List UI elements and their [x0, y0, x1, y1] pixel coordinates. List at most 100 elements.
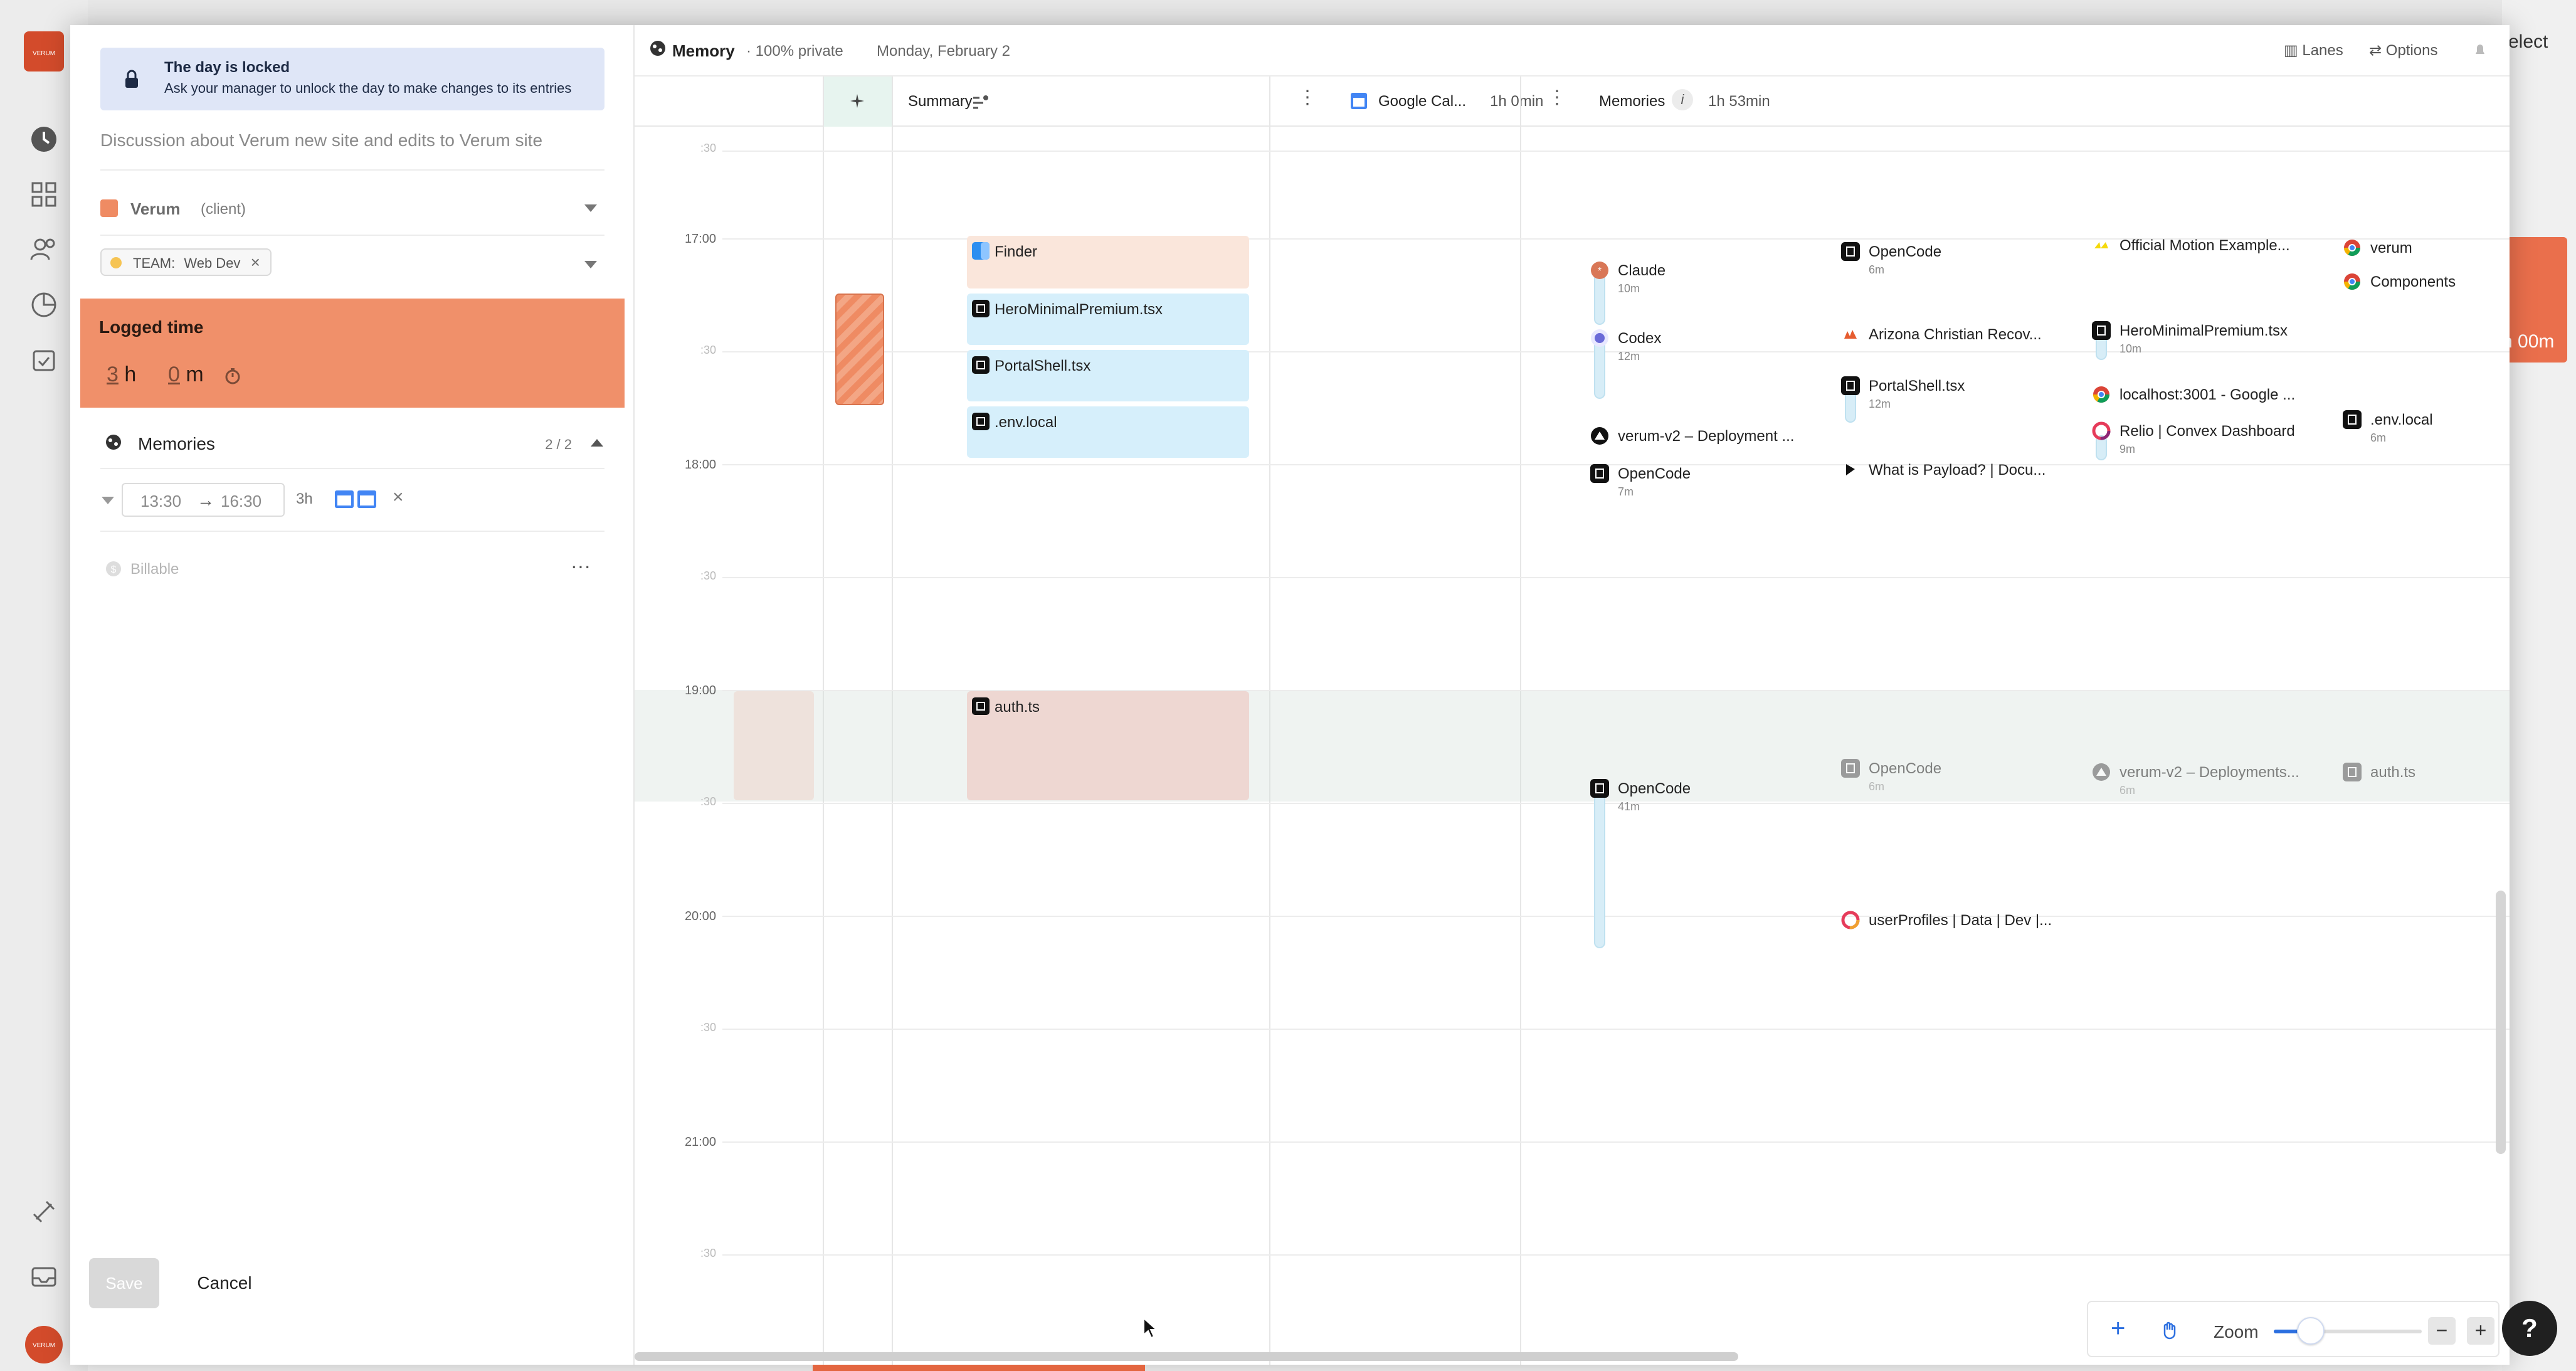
time-label: :30 [700, 569, 716, 582]
google-calendar-duration: 1h 0min [1490, 93, 1544, 110]
summary-column-menu[interactable]: ⋮ [1298, 87, 1317, 109]
memories-count: 2 / 2 [545, 437, 572, 452]
zoom-toolbar: + Zoom − + [2087, 1301, 2499, 1357]
google-calendar-column-title[interactable]: Google Cal... [1378, 93, 1466, 110]
sliders-icon: ⇄ [2369, 42, 2386, 59]
website-icon [1841, 911, 1860, 929]
users-icon[interactable] [24, 230, 64, 270]
logged-minutes[interactable]: 0 m [168, 363, 204, 387]
memory-item-title: auth.ts [2370, 764, 2416, 781]
grid-icon[interactable] [24, 174, 64, 214]
client-color-swatch [100, 199, 118, 217]
chrome-icon [2344, 273, 2360, 290]
sparkle-icon [850, 94, 864, 108]
summary-icon [973, 95, 988, 109]
summary-event[interactable]: Finder [967, 236, 1249, 288]
logged-entry-block[interactable] [835, 294, 884, 405]
summary-event[interactable]: PortalShell.tsx [967, 350, 1249, 401]
zoom-in-button[interactable]: + [2467, 1317, 2494, 1345]
logged-hours[interactable]: 3 h [107, 363, 136, 387]
team-tag-remove-button[interactable]: × [251, 250, 260, 275]
memory-item-duration: 6m [1869, 780, 1885, 793]
team-tag: TEAM: Web Dev × [100, 248, 272, 276]
grid-line [722, 1029, 2510, 1030]
inbox-icon[interactable] [24, 1257, 64, 1297]
check-calendar-icon[interactable] [24, 340, 64, 380]
divider [100, 235, 604, 236]
summary-event[interactable]: .env.local [967, 406, 1249, 458]
memory-item-duration: 10m [1618, 282, 1640, 295]
user-avatar[interactable]: VERUM [24, 1325, 64, 1365]
chrome-icon [2344, 240, 2360, 257]
help-button[interactable]: ? [2502, 1301, 2557, 1356]
hand-icon [110, 257, 122, 268]
divider [100, 169, 604, 171]
horizontal-scrollbar[interactable] [635, 1352, 1738, 1361]
background-top-bar [0, 0, 2576, 25]
motion-icon [2094, 242, 2108, 248]
summary-column-title[interactable]: Summary [908, 93, 973, 110]
summary-event[interactable]: HeroMinimalPremium.tsx [967, 294, 1249, 345]
range-end: 16:30 [221, 492, 262, 511]
opencode-icon [1841, 376, 1860, 395]
time-label: 20:00 [684, 909, 716, 923]
hand-pan-icon[interactable] [2158, 1320, 2180, 1341]
background-entry-strip [813, 1365, 1145, 1371]
memory-item-title: HeroMinimalPremium.tsx [2119, 322, 2288, 339]
bell-icon[interactable] [2471, 40, 2489, 59]
plug-icon[interactable] [24, 1192, 64, 1232]
remove-range-button[interactable]: × [393, 487, 404, 508]
chevron-down-icon[interactable] [584, 261, 597, 268]
lock-banner-title: The day is locked [164, 59, 290, 76]
info-icon[interactable]: i [1672, 89, 1693, 110]
logo[interactable]: VERUM [24, 31, 64, 71]
google-calendar-column-menu[interactable]: ⋮ [1548, 87, 1566, 109]
pie-chart-icon[interactable] [24, 285, 64, 325]
time-label: 18:00 [684, 458, 716, 472]
ai-column-header[interactable] [823, 77, 892, 127]
vertical-scrollbar[interactable] [2496, 891, 2506, 1154]
svg-text:VERUM: VERUM [33, 1342, 55, 1349]
memory-item-duration: 12m [1618, 350, 1640, 363]
options-button[interactable]: ⇄ Options [2369, 41, 2438, 60]
entry-details-panel: The day is locked Ask your manager to un… [70, 25, 635, 1365]
memory-item-duration: 9m [2119, 443, 2136, 455]
zoom-out-button[interactable]: − [2428, 1317, 2456, 1345]
time-label: :30 [700, 344, 716, 356]
summary-event[interactable]: auth.ts [967, 691, 1249, 800]
grid-line [722, 1254, 2510, 1256]
memory-item-title: userProfiles | Data | Dev |... [1869, 912, 2052, 929]
chevron-down-icon[interactable] [102, 497, 114, 504]
memories-section-header[interactable]: Memories 2 / 2 [95, 424, 610, 462]
opencode-icon [972, 356, 990, 374]
time-range-input[interactable]: 13:30 → 16:30 [122, 483, 285, 517]
memories-column-title[interactable]: Memories [1599, 93, 1665, 110]
memory-item-title: Arizona Christian Recov... [1869, 326, 2042, 343]
time-label: :30 [700, 795, 716, 808]
mouse-cursor-icon [1143, 1317, 1158, 1339]
stopwatch-icon[interactable] [223, 366, 242, 385]
clock-icon[interactable] [24, 119, 64, 159]
zoom-slider-handle[interactable] [2297, 1317, 2325, 1345]
memory-item-title: verum-v2 – Deployments... [2119, 764, 2299, 781]
range-duration: 3h [296, 490, 313, 507]
divider [100, 531, 604, 532]
chevron-up-icon[interactable] [591, 439, 603, 447]
memory-item-title: Official Motion Example... [2119, 237, 2290, 254]
cancel-button[interactable]: Cancel [181, 1258, 268, 1308]
svg-text:*: * [1598, 266, 1602, 277]
zoom-label: Zoom [2214, 1322, 2259, 1342]
add-entry-button[interactable]: + [2111, 1315, 2125, 1343]
entry-description[interactable]: Discussion about Verum new site and edit… [100, 130, 542, 151]
dollar-icon: $ [106, 561, 121, 576]
lanes-button[interactable]: ▥ Lanes [2284, 41, 2343, 60]
memory-item-title: OpenCode [1869, 760, 1942, 777]
memory-item-duration: 41m [1618, 800, 1640, 813]
memory-item-title: What is Payload? | Docu... [1869, 462, 2046, 479]
billable-toggle[interactable]: $ Billable ··· [95, 554, 610, 586]
background-right-panel: elect h 00m [2502, 0, 2576, 1371]
save-button[interactable]: Save [89, 1258, 159, 1308]
client-select[interactable]: Verum (client) [100, 194, 604, 222]
memories-title: Memories [138, 434, 215, 453]
more-options-button[interactable]: ··· [571, 554, 591, 578]
